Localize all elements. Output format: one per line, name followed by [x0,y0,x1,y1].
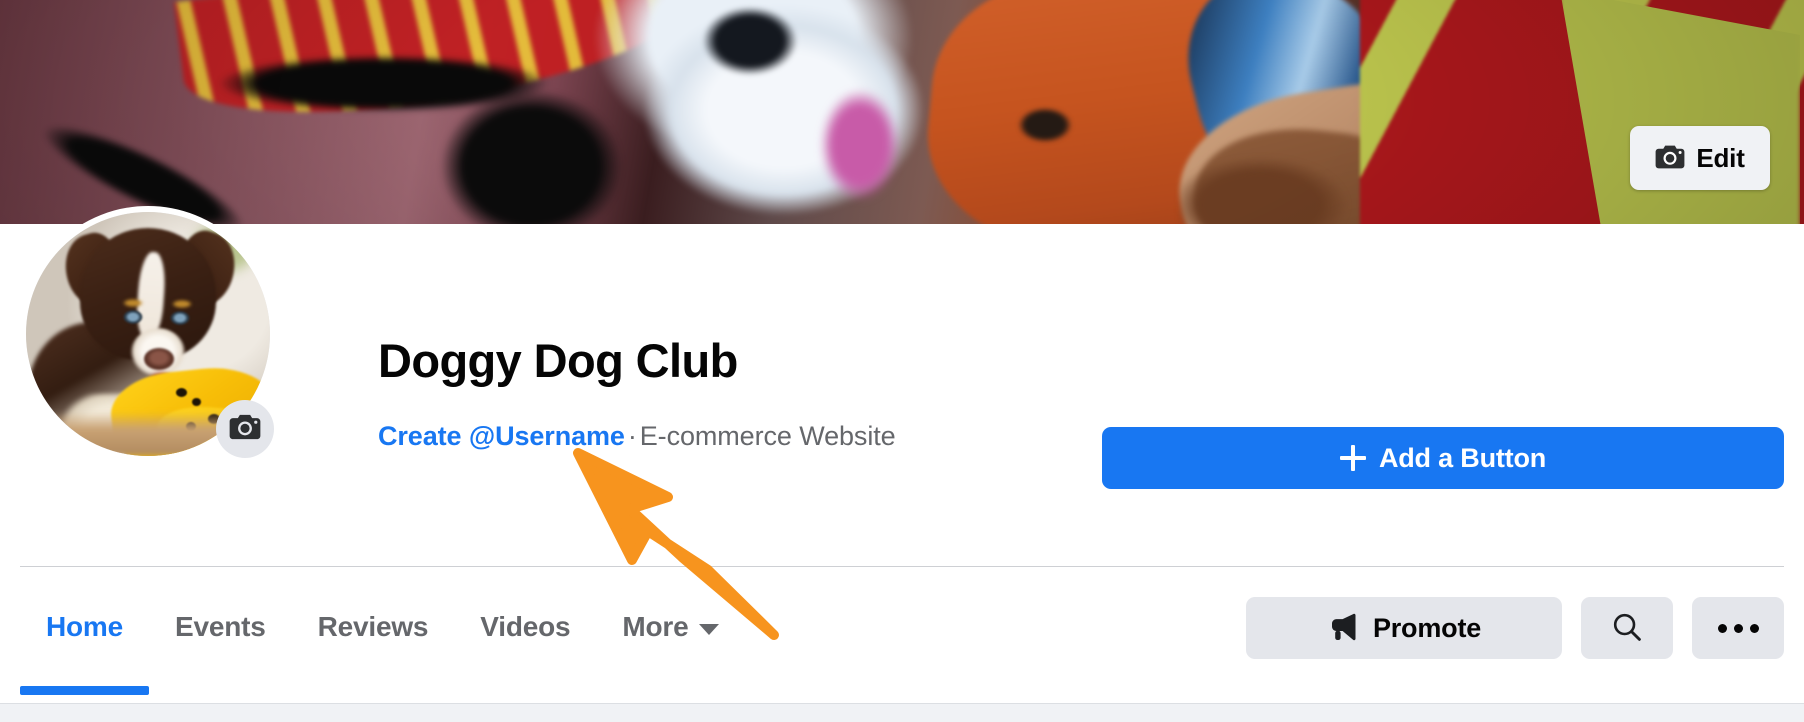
page-nav-tabs: Home Events Reviews Videos More [20,580,745,698]
tab-reviews-label: Reviews [317,611,429,642]
toy-spot [176,388,187,397]
tab-videos-label: Videos [480,611,571,642]
tab-videos[interactable]: Videos [454,580,596,674]
add-a-button-button[interactable]: Add a Button [1102,427,1784,489]
camera-icon [1655,144,1685,173]
plus-icon [1339,445,1366,471]
tab-more[interactable]: More [596,580,744,674]
promote-label: Promote [1372,612,1482,643]
edit-cover-photo-button[interactable]: Edit [1630,126,1770,190]
puppy-brow-left [121,298,145,308]
cover-vignette [0,0,1804,224]
cover-photo[interactable] [0,0,1804,224]
search-button[interactable] [1581,597,1673,659]
page-subtitle: Create @Username · E-commerce Website [378,414,938,458]
page-nav-actions: Promote [1246,597,1784,659]
puppy-eye-right [168,309,192,327]
puppy-brow-right [170,299,194,309]
puppy-nose [144,348,174,370]
megaphone-icon [1327,613,1359,644]
edit-cover-photo-label: Edit [1696,142,1745,173]
page-title: Doggy Dog Club [378,334,738,387]
tab-events[interactable]: Events [149,580,292,674]
profile-photo-container [20,206,276,462]
more-options-button[interactable] [1692,597,1784,659]
tab-reviews[interactable]: Reviews [292,580,455,674]
chevron-down-icon [698,623,719,635]
tab-home[interactable]: Home [20,580,149,695]
ellipsis-icon [1717,623,1727,633]
ellipsis-icon [1733,623,1743,633]
tab-more-label: More [622,611,689,642]
puppy-eye-left [121,308,145,326]
page-category: E-commerce Website [639,421,896,451]
search-icon [1611,611,1643,646]
promote-button[interactable]: Promote [1246,597,1562,659]
facebook-page-profile-header: Edit Doggy Dog Club Create @Username · E… [0,0,1804,722]
subtitle-separator: · [627,421,637,451]
toy-spot [192,398,201,406]
tab-events-label: Events [175,611,266,642]
tab-home-label: Home [46,611,123,642]
add-a-button-label: Add a Button [1378,442,1547,473]
nav-divider [20,566,1784,567]
page-content-strip [0,703,1804,722]
ellipsis-icon [1749,623,1759,633]
edit-profile-photo-button[interactable] [216,400,274,458]
create-username-link[interactable]: Create @Username [378,421,625,451]
camera-icon [229,413,261,446]
